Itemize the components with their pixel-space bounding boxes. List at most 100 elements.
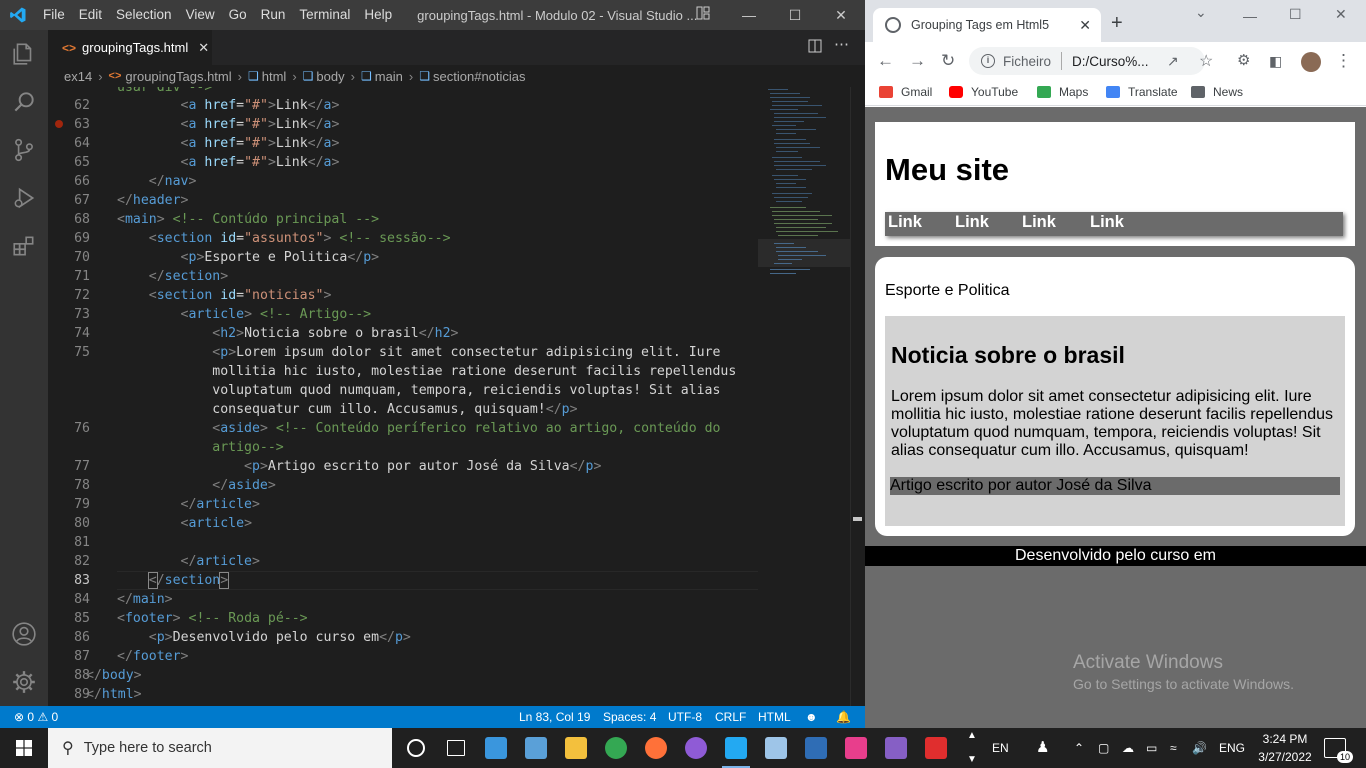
new-tab-icon[interactable]: + bbox=[1111, 12, 1123, 35]
meet-now-icon[interactable]: ▢ bbox=[1098, 728, 1109, 768]
visual-studio-icon[interactable] bbox=[876, 728, 916, 768]
onedrive-icon[interactable]: ☁ bbox=[1122, 728, 1134, 768]
menu-selection[interactable]: Selection bbox=[109, 0, 179, 30]
back-icon[interactable]: ← bbox=[877, 51, 894, 71]
profile-avatar[interactable] bbox=[1301, 52, 1321, 72]
bookmark-label: Maps bbox=[1059, 85, 1089, 99]
desktop-app-icon[interactable] bbox=[516, 728, 556, 768]
breadcrumb-body[interactable]: body bbox=[316, 69, 344, 84]
layout-icon[interactable] bbox=[680, 0, 726, 30]
people-icon[interactable]: ♟ bbox=[1036, 728, 1049, 768]
menu-go[interactable]: Go bbox=[222, 0, 254, 30]
sourcetree-icon[interactable] bbox=[796, 728, 836, 768]
acrobat-icon[interactable] bbox=[916, 728, 956, 768]
minimize-icon[interactable]: — bbox=[726, 0, 772, 30]
volume-icon[interactable]: 🔊 bbox=[1192, 728, 1207, 768]
bookmark-star-icon[interactable]: ☆ bbox=[1199, 51, 1213, 71]
menu-file[interactable]: File bbox=[36, 0, 72, 30]
side-panel-icon[interactable]: ◧ bbox=[1269, 53, 1282, 70]
accounts-icon[interactable] bbox=[0, 610, 48, 658]
menu-view[interactable]: View bbox=[179, 0, 222, 30]
end-of-line[interactable]: CRLF bbox=[715, 706, 746, 728]
breadcrumb-section[interactable]: section#noticias bbox=[433, 69, 526, 84]
tab-search-chevron-icon[interactable]: ⌄ bbox=[1195, 4, 1207, 21]
tray-expand-icon[interactable]: ⌃ bbox=[1074, 728, 1084, 768]
code-editor[interactable]: usar div --> 62 <a href="#">Link</a> 63 … bbox=[48, 87, 758, 706]
chrome-window: Grouping Tags em Html5 ✕ + ⌄ — ☐ ✕ ← → ↻… bbox=[865, 0, 1366, 728]
language-indicator[interactable]: EN bbox=[992, 728, 1009, 768]
wamp-icon[interactable] bbox=[836, 728, 876, 768]
encoding[interactable]: UTF-8 bbox=[668, 706, 702, 728]
nav-link-1[interactable]: Link bbox=[888, 213, 922, 232]
share-icon[interactable]: ↗ bbox=[1167, 53, 1179, 70]
breadcrumb-html[interactable]: html bbox=[262, 69, 287, 84]
indentation[interactable]: Spaces: 4 bbox=[603, 706, 656, 728]
nav-link-3[interactable]: Link bbox=[1022, 213, 1056, 232]
more-actions-icon[interactable]: ⋯ bbox=[834, 35, 849, 53]
bookmark-news[interactable]: News bbox=[1191, 85, 1243, 99]
battery-icon[interactable]: ▭ bbox=[1146, 728, 1157, 768]
notification-center-icon[interactable]: 10 bbox=[1324, 738, 1353, 763]
sourcetree-glyph bbox=[805, 737, 827, 759]
windows-start-icon[interactable] bbox=[0, 728, 48, 768]
browser-tab[interactable]: Grouping Tags em Html5 ✕ bbox=[873, 8, 1101, 42]
run-debug-icon[interactable] bbox=[0, 174, 48, 222]
taskbar-search-box[interactable]: ⚲ Type here to search bbox=[48, 728, 392, 768]
task-view-icon[interactable] bbox=[436, 728, 476, 768]
problems-indicator[interactable]: ⊗ 0 ⚠ 0 bbox=[14, 706, 58, 728]
reload-icon[interactable]: ↻ bbox=[941, 51, 955, 71]
vscode-icon[interactable] bbox=[716, 728, 756, 768]
forward-icon[interactable]: → bbox=[909, 51, 926, 71]
menu-edit[interactable]: Edit bbox=[72, 0, 109, 30]
breadcrumb-folder[interactable]: ex14 bbox=[64, 69, 92, 84]
bookmark-gmail[interactable]: Gmail bbox=[879, 85, 932, 99]
github-desktop-icon[interactable] bbox=[676, 728, 716, 768]
explorer-icon[interactable] bbox=[0, 30, 48, 78]
editor-scrollbar[interactable] bbox=[850, 87, 864, 706]
split-editor-icon[interactable] bbox=[808, 39, 822, 58]
system-clock[interactable]: 3:24 PM 3/27/2022 bbox=[1255, 730, 1315, 766]
menu-run[interactable]: Run bbox=[254, 0, 293, 30]
extensions-puzzle-icon[interactable]: ⚙ bbox=[1237, 51, 1250, 69]
search-icon[interactable] bbox=[0, 78, 48, 126]
tab-label: groupingTags.html bbox=[82, 40, 189, 55]
notifications-bell-icon[interactable]: 🔔 bbox=[836, 706, 851, 728]
cortana-icon[interactable] bbox=[396, 728, 436, 768]
close-icon[interactable]: ✕ bbox=[1335, 6, 1347, 23]
bookmark-youtube[interactable]: YouTube bbox=[949, 85, 1018, 99]
show-hidden-chevron-icon[interactable]: ▲ bbox=[967, 730, 977, 741]
firefox-icon[interactable] bbox=[636, 728, 676, 768]
close-tab-icon[interactable]: ✕ bbox=[1079, 17, 1091, 34]
chrome-icon[interactable] bbox=[596, 728, 636, 768]
info-icon[interactable]: i bbox=[981, 54, 995, 68]
nav-link-2[interactable]: Link bbox=[955, 213, 989, 232]
minimap[interactable] bbox=[758, 87, 850, 706]
file-explorer-icon[interactable] bbox=[556, 728, 596, 768]
breadcrumb-main[interactable]: main bbox=[375, 69, 403, 84]
close-icon[interactable]: ✕ bbox=[818, 0, 864, 30]
feedback-icon[interactable]: ☻ bbox=[805, 706, 818, 728]
maximize-icon[interactable]: ☐ bbox=[1289, 6, 1302, 23]
nav-link-4[interactable]: Link bbox=[1090, 213, 1124, 232]
maximize-icon[interactable]: ☐ bbox=[772, 0, 818, 30]
bookmark-maps[interactable]: Maps bbox=[1037, 85, 1088, 99]
source-control-icon[interactable] bbox=[0, 126, 48, 174]
breadcrumb-file[interactable]: groupingTags.html bbox=[125, 69, 231, 84]
menu-help[interactable]: Help bbox=[357, 0, 399, 30]
language-mode[interactable]: HTML bbox=[758, 706, 791, 728]
wifi-icon[interactable]: ≈ bbox=[1170, 728, 1177, 768]
chevron-down-icon[interactable]: ▼ bbox=[967, 754, 977, 765]
news-widget-icon[interactable] bbox=[476, 728, 516, 768]
cursor-position[interactable]: Ln 83, Col 19 bbox=[519, 706, 590, 728]
chrome-menu-icon[interactable]: ⋮ bbox=[1335, 51, 1352, 71]
close-tab-icon[interactable]: ✕ bbox=[198, 40, 209, 56]
menu-terminal[interactable]: Terminal bbox=[292, 0, 357, 30]
bookmark-translate[interactable]: Translate bbox=[1106, 85, 1178, 99]
code-line: </aside> bbox=[212, 478, 276, 493]
virtualbox-icon[interactable] bbox=[756, 728, 796, 768]
extensions-icon[interactable] bbox=[0, 222, 48, 270]
minimize-icon[interactable]: — bbox=[1243, 8, 1257, 24]
input-language[interactable]: ENG bbox=[1219, 728, 1245, 768]
settings-gear-icon[interactable] bbox=[0, 658, 48, 706]
tab-grouping-tags[interactable]: <> groupingTags.html ✕ bbox=[48, 30, 212, 65]
